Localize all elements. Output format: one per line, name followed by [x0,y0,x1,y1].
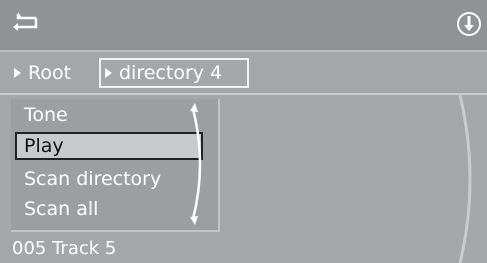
breadcrumb-current-directory[interactable]: directory 4 [99,58,249,88]
scroll-down-arrow-icon [190,216,198,225]
scroll-up-arrow-icon [190,103,198,112]
back-arrow-icon[interactable] [12,9,42,37]
menu-item-scan-directory[interactable]: Scan directory [15,165,203,193]
menu-item-scan-all[interactable]: Scan all [15,195,203,223]
info-icon[interactable] [455,10,483,38]
breadcrumb-root-label: Root [28,62,72,84]
triangle-right-icon [14,68,21,78]
menu-item-play[interactable]: Play [15,132,203,160]
title-bar [0,0,487,52]
menu-item-label: Tone [24,104,68,126]
current-track: 005 Track 5 [12,238,117,259]
scroll-indicator[interactable] [189,101,211,227]
divider [0,93,487,95]
decorative-arc [458,95,472,263]
menu-item-tone[interactable]: Tone [15,101,203,129]
menu-item-label: Play [24,135,64,157]
breadcrumb-current-label: directory 4 [119,62,223,84]
options-menu: Tone Play Scan directory Scan all [11,99,220,232]
breadcrumb-root[interactable]: Root [14,58,71,88]
menu-item-label: Scan directory [24,168,162,190]
breadcrumb: Root directory 4 [0,53,487,93]
menu-item-label: Scan all [24,198,99,220]
triangle-right-icon [105,68,112,78]
